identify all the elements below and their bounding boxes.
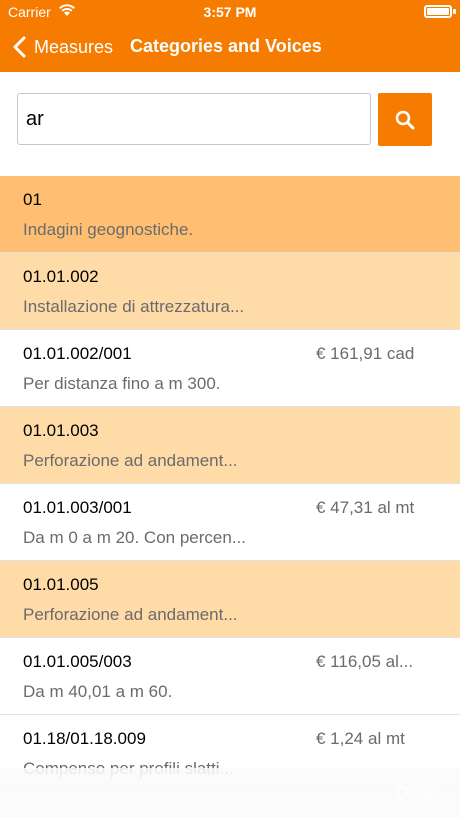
battery-icon — [424, 5, 452, 18]
item-code: 01.01.005/003 — [23, 652, 132, 671]
item-code: 01.01.003/001 — [23, 498, 132, 517]
list-item[interactable]: 01.01.005 Perforazione ad andament... — [0, 561, 460, 638]
item-description: Da m 0 a m 20. Con percen... — [23, 528, 246, 547]
search-bar — [0, 72, 460, 176]
item-description: Da m 40,01 a m 60. — [23, 682, 173, 701]
back-button[interactable]: Measures — [10, 32, 113, 62]
list-item[interactable]: 01 Indagini geognostiche. — [0, 176, 460, 253]
list-item[interactable]: 01.01.002 Installazione di attrezzatura.… — [0, 253, 460, 330]
done-button[interactable]: Done — [395, 783, 438, 804]
navigation-bar: Carrier 3:57 PM Measures Categories and … — [0, 0, 460, 72]
item-description: Perforazione ad andament... — [23, 451, 238, 470]
list-item[interactable]: 01.01.003 Perforazione ad andament... — [0, 407, 460, 484]
item-code: 01 — [23, 190, 42, 209]
list-item[interactable]: 01.01.002/001 € 161,91 cad Per distanza … — [0, 330, 460, 407]
page-title: Categories and Voices — [130, 36, 322, 56]
item-price: € 47,31 al mt — [316, 498, 415, 517]
search-input[interactable] — [17, 93, 371, 145]
clock: 3:57 PM — [203, 4, 257, 20]
results-list: 01 Indagini geognostiche. 01.01.002 Inst… — [0, 176, 460, 792]
chevron-left-icon — [13, 36, 26, 58]
item-code: 01.01.003 — [23, 421, 99, 440]
item-description: Perforazione ad andament... — [23, 605, 238, 624]
item-price: € 1,24 al mt — [316, 729, 405, 748]
search-button[interactable] — [378, 93, 432, 146]
item-code: 01.01.002 — [23, 267, 99, 286]
item-code: 01.01.005 — [23, 575, 99, 594]
item-description: Installazione di attrezzatura... — [23, 297, 245, 316]
item-price: € 116,05 al... — [316, 652, 414, 671]
battery-tip — [453, 9, 456, 14]
list-item[interactable]: 01.01.003/001 € 47,31 al mt Da m 0 a m 2… — [0, 484, 460, 561]
item-code: 01.01.002/001 — [23, 344, 132, 363]
item-description: Per distanza fino a m 300. — [23, 374, 221, 393]
item-code: 01.18/01.18.009 — [23, 729, 146, 748]
list-item[interactable]: 01.01.005/003 € 116,05 al... Da m 40,01 … — [0, 638, 460, 715]
status-bar: Carrier 3:57 PM — [0, 0, 460, 24]
search-icon — [395, 110, 415, 129]
item-price: € 161,91 cad — [316, 344, 415, 363]
bottom-toolbar: Done — [0, 768, 460, 818]
back-button-label: Measures — [34, 36, 114, 57]
item-description: Indagini geognostiche. — [23, 220, 194, 239]
